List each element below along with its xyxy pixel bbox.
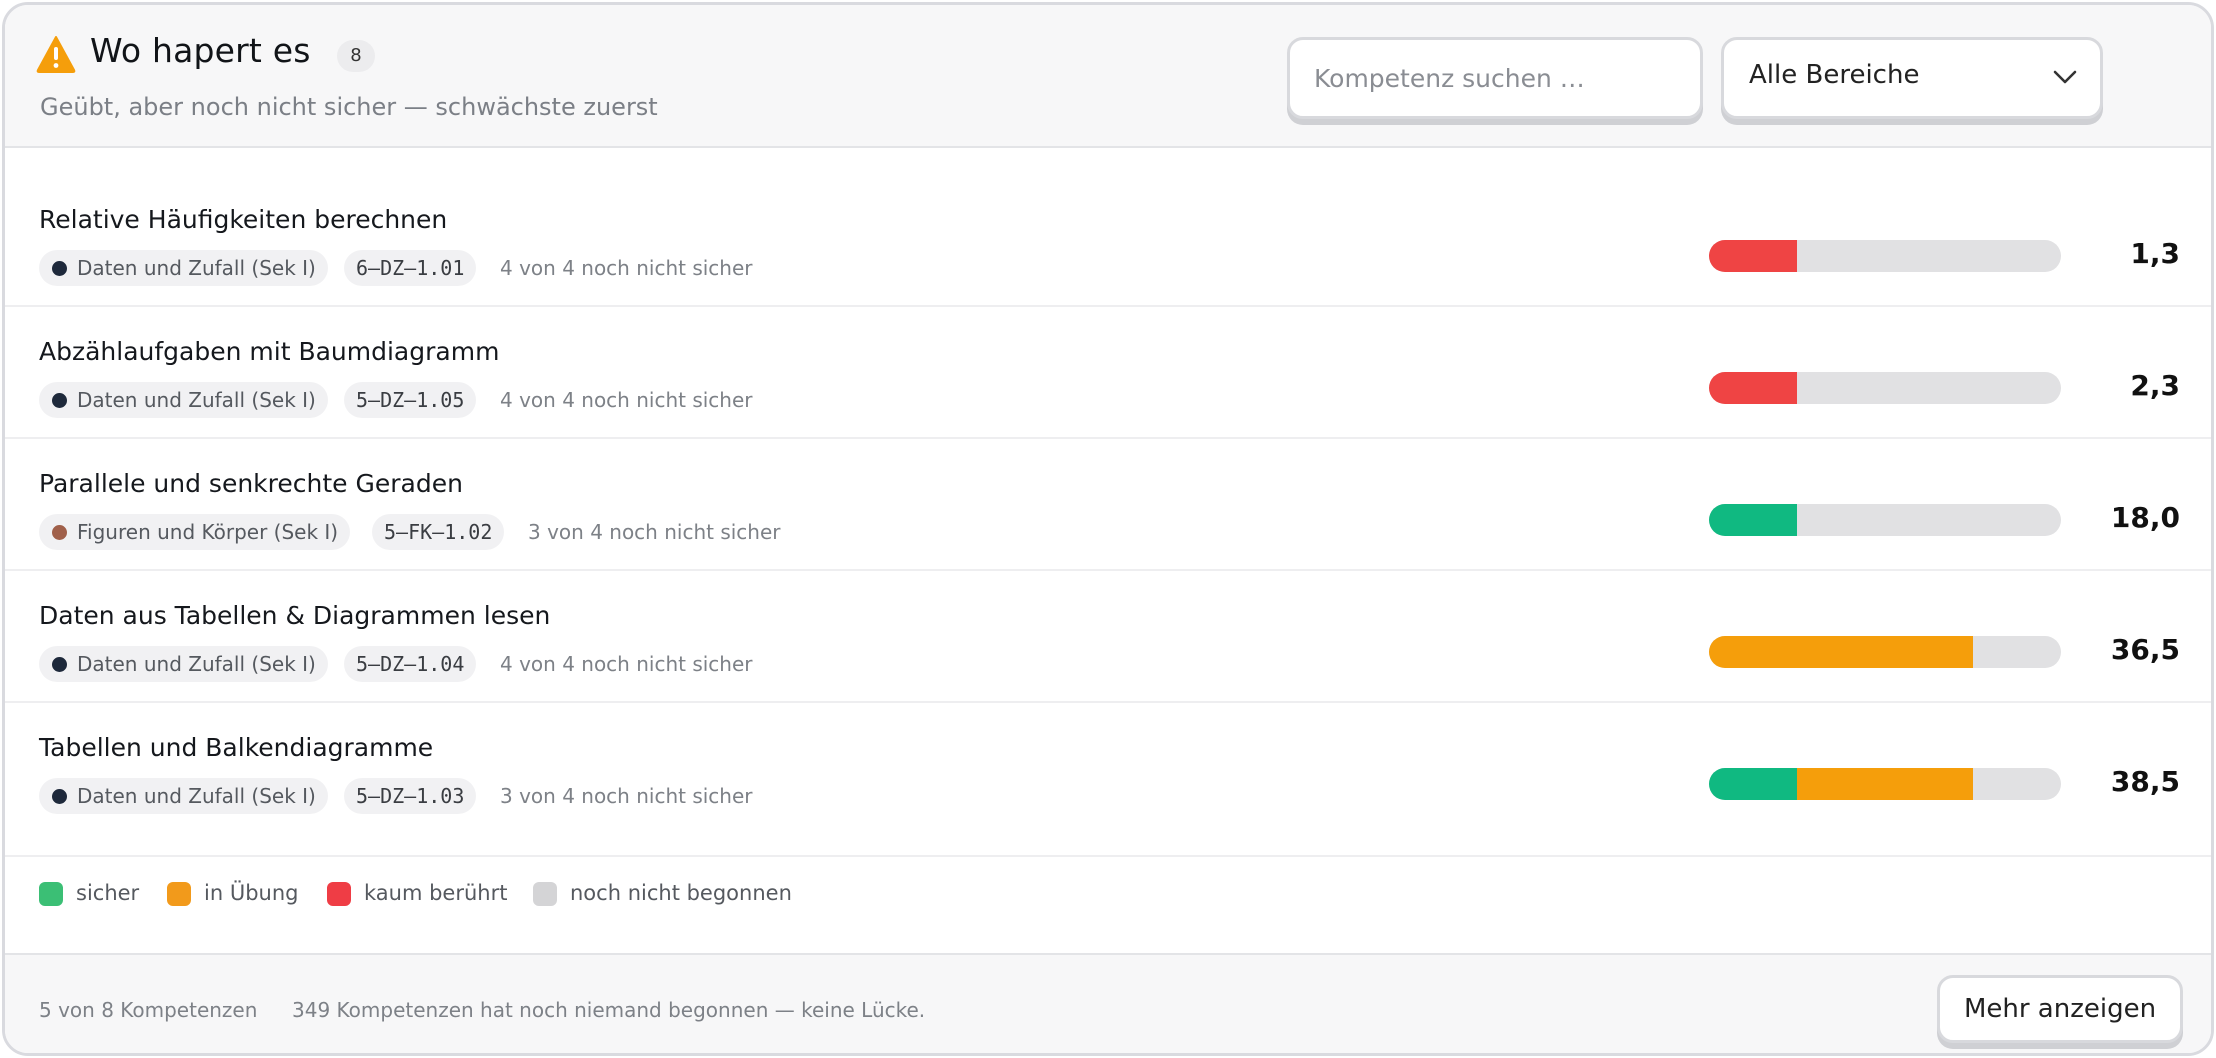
competency-title: Tabellen und Balkendiagramme — [39, 733, 434, 762]
progress-segment-in_uebung — [1709, 636, 1973, 668]
progress-bar — [1709, 768, 2061, 800]
status-note: 4 von 4 noch nicht sicher — [500, 388, 753, 412]
area-chip: Daten und Zufall (Sek I) — [39, 382, 328, 418]
score-value: 2,3 — [2130, 369, 2180, 402]
card-title: Wo hapert es — [90, 31, 311, 70]
competency-row[interactable]: Tabellen und Balkendiagramme Daten und Z… — [5, 703, 2211, 857]
legend-swatch — [327, 882, 351, 906]
competency-code: 5–DZ–1.04 — [344, 646, 477, 682]
legend-swatch — [533, 882, 557, 906]
progress-bar — [1709, 372, 2061, 404]
competency-title: Daten aus Tabellen & Diagrammen lesen — [39, 601, 551, 630]
card-subtitle: Geübt, aber noch nicht sicher — schwächs… — [40, 93, 658, 121]
legend-label: noch nicht begonnen — [570, 881, 792, 905]
status-note: 3 von 4 noch nicht sicher — [528, 520, 781, 544]
area-label: Daten und Zufall (Sek I) — [77, 652, 316, 676]
area-dot — [52, 657, 67, 672]
area-dot — [52, 789, 67, 804]
legend-swatch — [39, 882, 63, 906]
card-footer: 5 von 8 Kompetenzen 349 Kompetenzen hat … — [5, 953, 2211, 1053]
progress-bar — [1709, 504, 2061, 536]
area-chip: Daten und Zufall (Sek I) — [39, 646, 328, 682]
legend-label: sicher — [76, 881, 140, 905]
competency-title: Relative Häufigkeiten berechnen — [39, 205, 448, 234]
area-chip: Daten und Zufall (Sek I) — [39, 778, 328, 814]
card-header: Wo hapert es 8 Geübt, aber noch nicht si… — [5, 5, 2211, 148]
progress-segment-sicher — [1709, 504, 1797, 536]
weak-competencies-card: Wo hapert es 8 Geübt, aber noch nicht si… — [2, 2, 2214, 1056]
competency-row[interactable]: Abzählaufgaben mit Baumdiagramm Daten un… — [5, 307, 2211, 439]
status-note: 3 von 4 noch nicht sicher — [500, 784, 753, 808]
progress-segment-kaum — [1709, 240, 1797, 272]
competency-code: 5–DZ–1.05 — [344, 382, 477, 418]
show-more-button[interactable]: Mehr anzeigen — [1937, 975, 2183, 1043]
warning-icon — [36, 36, 76, 73]
area-dot — [52, 393, 67, 408]
area-label: Figuren und Körper (Sek I) — [77, 520, 339, 544]
chevron-down-icon — [2053, 70, 2077, 84]
count-badge: 8 — [337, 40, 375, 72]
area-filter-value: Alle Bereiche — [1749, 60, 1920, 90]
progress-segment-in_uebung — [1797, 768, 1973, 800]
area-dot — [52, 525, 67, 540]
competency-title: Abzählaufgaben mit Baumdiagramm — [39, 337, 500, 366]
area-label: Daten und Zufall (Sek I) — [77, 388, 316, 412]
legend-label: in Übung — [204, 881, 299, 905]
legend-label: kaum berührt — [364, 881, 508, 905]
competency-row[interactable]: Relative Häufigkeiten berechnen Daten un… — [5, 175, 2211, 307]
competency-row[interactable]: Daten aus Tabellen & Diagrammen lesen Da… — [5, 571, 2211, 703]
score-value: 36,5 — [2110, 633, 2180, 666]
competency-code: 5–DZ–1.03 — [344, 778, 477, 814]
status-note: 4 von 4 noch nicht sicher — [500, 652, 753, 676]
progress-bar — [1709, 636, 2061, 668]
progress-bar — [1709, 240, 2061, 272]
area-chip: Figuren und Körper (Sek I) — [39, 514, 351, 550]
competency-code: 6–DZ–1.01 — [344, 250, 477, 286]
area-label: Daten und Zufall (Sek I) — [77, 256, 316, 280]
area-chip: Daten und Zufall (Sek I) — [39, 250, 328, 286]
score-value: 18,0 — [2110, 501, 2180, 534]
search-input[interactable] — [1287, 37, 1703, 119]
status-note: 4 von 4 noch nicht sicher — [500, 256, 753, 280]
score-value: 38,5 — [2110, 765, 2180, 798]
progress-segment-kaum — [1709, 372, 1797, 404]
result-count: 5 von 8 Kompetenzen — [39, 998, 258, 1022]
footer-info: 349 Kompetenzen hat noch niemand begonne… — [292, 998, 926, 1022]
competency-title: Parallele und senkrechte Geraden — [39, 469, 463, 498]
area-filter-select[interactable]: Alle Bereiche — [1721, 37, 2103, 119]
competency-code: 5–FK–1.02 — [372, 514, 505, 550]
area-dot — [52, 261, 67, 276]
competency-row[interactable]: Parallele und senkrechte Geraden Figuren… — [5, 439, 2211, 571]
score-value: 1,3 — [2130, 237, 2180, 270]
legend-swatch — [167, 882, 191, 906]
progress-segment-sicher — [1709, 768, 1797, 800]
area-label: Daten und Zufall (Sek I) — [77, 784, 316, 808]
